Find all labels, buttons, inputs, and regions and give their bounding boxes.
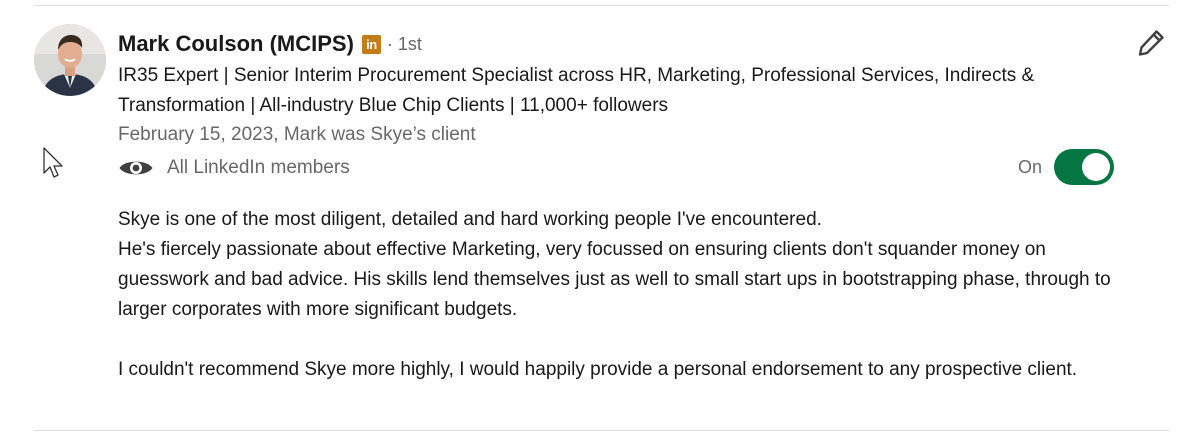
recommendation-meta: February 15, 2023, Mark was Skye’s clien… [118, 124, 476, 145]
recommendation-line: I couldn't recommend Skye more highly, I… [118, 359, 1078, 380]
recommender-headline: IR35 Expert | Senior Interim Procurement… [118, 65, 1035, 116]
edit-button[interactable] [1133, 25, 1169, 61]
avatar-photo [34, 24, 106, 96]
visibility-label: All LinkedIn members [167, 157, 350, 178]
linkedin-premium-icon: in [361, 34, 381, 54]
name-row: Mark Coulson (MCIPS) in · 1st [118, 30, 422, 58]
visibility-toggle-group: On [1018, 149, 1115, 185]
pencil-icon [1138, 30, 1164, 56]
recommendation-line: He's fiercely passionate about effective… [118, 239, 1111, 320]
eye-icon [119, 161, 153, 175]
recommendation-text: Skye is one of the most diligent, detail… [118, 205, 1138, 385]
toggle-knob [1082, 153, 1111, 181]
recommender-name[interactable]: Mark Coulson (MCIPS) [118, 31, 354, 57]
recommendation-line: Skye is one of the most diligent, detail… [118, 209, 822, 230]
recommendation-card: Mark Coulson (MCIPS) in · 1st IR35 Exper… [0, 0, 1200, 440]
avatar[interactable] [34, 24, 106, 96]
badge-text: in [366, 36, 377, 52]
bottom-divider [34, 430, 1169, 431]
visibility-setting: All LinkedIn members [118, 154, 350, 182]
top-divider [34, 5, 1169, 6]
mouse-pointer-icon [42, 146, 66, 185]
connection-degree: · 1st [386, 33, 422, 54]
visibility-toggle[interactable] [1054, 149, 1115, 185]
toggle-label: On [1018, 156, 1043, 177]
